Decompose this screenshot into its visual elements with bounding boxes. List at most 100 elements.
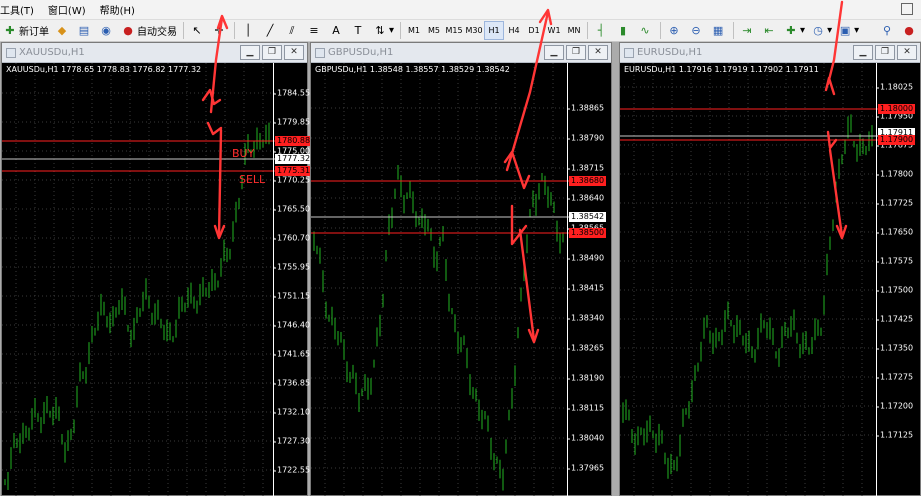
bar-chart-button[interactable]: ┤ xyxy=(591,21,613,40)
periods-icon: ◷ xyxy=(813,23,823,37)
window-title: XAUUSDu,H1 xyxy=(19,47,85,58)
price-chart[interactable] xyxy=(2,63,275,496)
price-chart[interactable] xyxy=(311,63,569,496)
fibonacci-button[interactable]: ≡ xyxy=(304,21,326,40)
price-tick: 1727.30 xyxy=(272,436,311,446)
menu-window[interactable]: 窗口(W) xyxy=(42,2,94,17)
price-tick: 1.38715 xyxy=(566,163,605,173)
tf-mn-button[interactable]: MN xyxy=(564,21,584,40)
close-button[interactable]: ✕ xyxy=(897,45,917,60)
line-chart-button[interactable]: ∿ xyxy=(635,21,657,40)
vertical-line-icon: │ xyxy=(244,23,252,37)
order-price-label: 1775.31 xyxy=(275,166,313,176)
chart-info: EURUSDu,H1 1.17916 1.17919 1.17902 1.179… xyxy=(624,65,819,74)
text-button[interactable]: A xyxy=(326,21,348,40)
minimize-button[interactable]: ▁ xyxy=(240,45,260,60)
line-chart-icon: ∿ xyxy=(640,23,650,37)
tf-h4-button[interactable]: H4 xyxy=(504,21,524,40)
minimize-button[interactable]: ▁ xyxy=(544,45,564,60)
window-title-bar[interactable]: EURUSDu,H1 ▁ ❐ ✕ xyxy=(620,43,920,63)
price-tick: 1.17650 xyxy=(875,227,914,237)
chart-window-icon xyxy=(315,47,325,58)
chart-shift-button[interactable]: ⇤ xyxy=(759,21,781,40)
price-tick: 1.38490 xyxy=(566,253,605,263)
tf-d1-button[interactable]: D1 xyxy=(524,21,544,40)
chart-window-eurusd[interactable]: EURUSDu,H1 ▁ ❐ ✕ 1.18025 1.17950 1.17875 1.… xyxy=(619,42,921,496)
text-label-button[interactable]: T xyxy=(348,21,370,40)
price-tick: 1.17275 xyxy=(875,372,914,382)
tf-m5-button[interactable]: M5 xyxy=(424,21,444,40)
zoom-in-button[interactable]: ⊕ xyxy=(664,21,686,40)
text-label-icon: T xyxy=(354,23,362,37)
indicators-button[interactable]: ✚ ▾ xyxy=(781,21,808,40)
tile-windows-button[interactable]: ▦ xyxy=(708,21,730,40)
price-tick: 1741.65 xyxy=(272,349,311,359)
zoom-out-button[interactable]: ⊖ xyxy=(686,21,708,40)
price-tick: 1.17425 xyxy=(875,314,914,324)
restore-button[interactable]: ❐ xyxy=(566,45,586,60)
channel-button[interactable]: ⫽ xyxy=(282,21,304,40)
tf-m30-button[interactable]: M30 xyxy=(464,21,484,40)
order-price-label: 1.17900 xyxy=(878,135,916,145)
price-tick: 1770.25 xyxy=(272,175,311,185)
candle-chart-button[interactable]: ▮ xyxy=(613,21,635,40)
window-title-bar[interactable]: XAUUSDu,H1 ▁ ❐ ✕ xyxy=(2,43,307,63)
autoscroll-button[interactable]: ⇥ xyxy=(737,21,759,40)
notifications-button[interactable]: ● xyxy=(899,21,921,40)
price-tick: 1.17500 xyxy=(875,285,914,295)
menu-help[interactable]: 帮助(H) xyxy=(94,2,143,17)
market-watch-button[interactable]: ◆ xyxy=(52,21,74,40)
dropdown-icon: ▾ xyxy=(827,25,833,36)
price-axis: 1784.55 1779.85 1775.00 1770.25 1765.50 1760.… xyxy=(272,63,313,496)
auto-trade-button[interactable]: ● 自动交易 xyxy=(118,21,180,40)
crosshair-icon: ✛ xyxy=(214,23,224,37)
chart-window-xauusd[interactable]: XAUUSDu,H1 ▁ ❐ ✕ 1784.55 1779.85 1775.00 17… xyxy=(1,42,313,496)
close-button[interactable]: ✕ xyxy=(588,45,608,60)
vertical-line-button[interactable]: │ xyxy=(238,21,260,40)
close-button[interactable]: ✕ xyxy=(284,45,304,60)
tf-m15-button[interactable]: M15 xyxy=(444,21,464,40)
tf-h1-button[interactable]: H1 xyxy=(484,21,505,40)
chart-info: GBPUSDu,H1 1.38548 1.38557 1.38529 1.385… xyxy=(315,65,510,74)
channel-icon: ⫽ xyxy=(289,23,295,37)
price-tick: 1784.55 xyxy=(272,88,311,98)
meta-editor-button[interactable]: ◉ xyxy=(96,21,118,40)
restore-button[interactable]: ❐ xyxy=(875,45,895,60)
trend-line-button[interactable]: ╱ xyxy=(260,21,282,40)
price-axis: 1.388651.387901.387151.386401.385651.384… xyxy=(566,63,611,496)
order-price-label: 1780.88 xyxy=(275,136,313,146)
search-button[interactable]: ⚲ xyxy=(877,21,899,40)
menu-control-icon[interactable] xyxy=(901,3,913,15)
restore-button[interactable]: ❐ xyxy=(262,45,282,60)
navigator-button[interactable]: ▤ xyxy=(74,21,96,40)
tf-m1-button[interactable]: M1 xyxy=(404,21,424,40)
menu-tools[interactable]: 工具(T) xyxy=(0,2,42,17)
crosshair-button[interactable]: ✛ xyxy=(209,21,231,40)
notifications-icon: ● xyxy=(904,23,914,37)
zoom-out-icon: ⊖ xyxy=(691,23,701,37)
arrows-button[interactable]: ⇅ ▾ xyxy=(370,21,397,40)
price-tick: 1.38115 xyxy=(566,403,605,413)
price-tick: 1.37965 xyxy=(566,463,605,473)
price-tick: 1751.15 xyxy=(272,291,311,301)
chart-window-gbpusd[interactable]: GBPUSDu,H1 ▁ ❐ ✕ 1.38865 1.38790 1.38715 1.… xyxy=(310,42,612,496)
dropdown-icon: ▾ xyxy=(800,25,806,36)
current-price-label: 1777.32 xyxy=(275,154,313,164)
new-order-button[interactable]: ✚ 新订单 xyxy=(0,21,52,40)
price-tick: 1760.70 xyxy=(272,233,311,243)
search-icon: ⚲ xyxy=(882,23,892,37)
new-order-label: 新订单 xyxy=(19,27,49,38)
price-chart[interactable] xyxy=(620,63,878,496)
price-tick: 1779.85 xyxy=(272,117,311,127)
dropdown-icon: ▾ xyxy=(854,25,860,36)
price-tick: 1.17125 xyxy=(875,430,914,440)
cursor-button[interactable]: ↖ xyxy=(187,21,209,40)
periods-button[interactable]: ◷ ▾ xyxy=(808,21,835,40)
templates-button[interactable]: ▣ ▾ xyxy=(835,21,862,40)
minimize-button[interactable]: ▁ xyxy=(853,45,873,60)
tf-w1-button[interactable]: W1 xyxy=(544,21,564,40)
order-price-label: 1.38500 xyxy=(569,228,607,238)
window-title-bar[interactable]: GBPUSDu,H1 ▁ ❐ ✕ xyxy=(311,43,611,63)
window-title: GBPUSDu,H1 xyxy=(328,47,394,58)
autoscroll-icon: ⇥ xyxy=(742,23,752,37)
